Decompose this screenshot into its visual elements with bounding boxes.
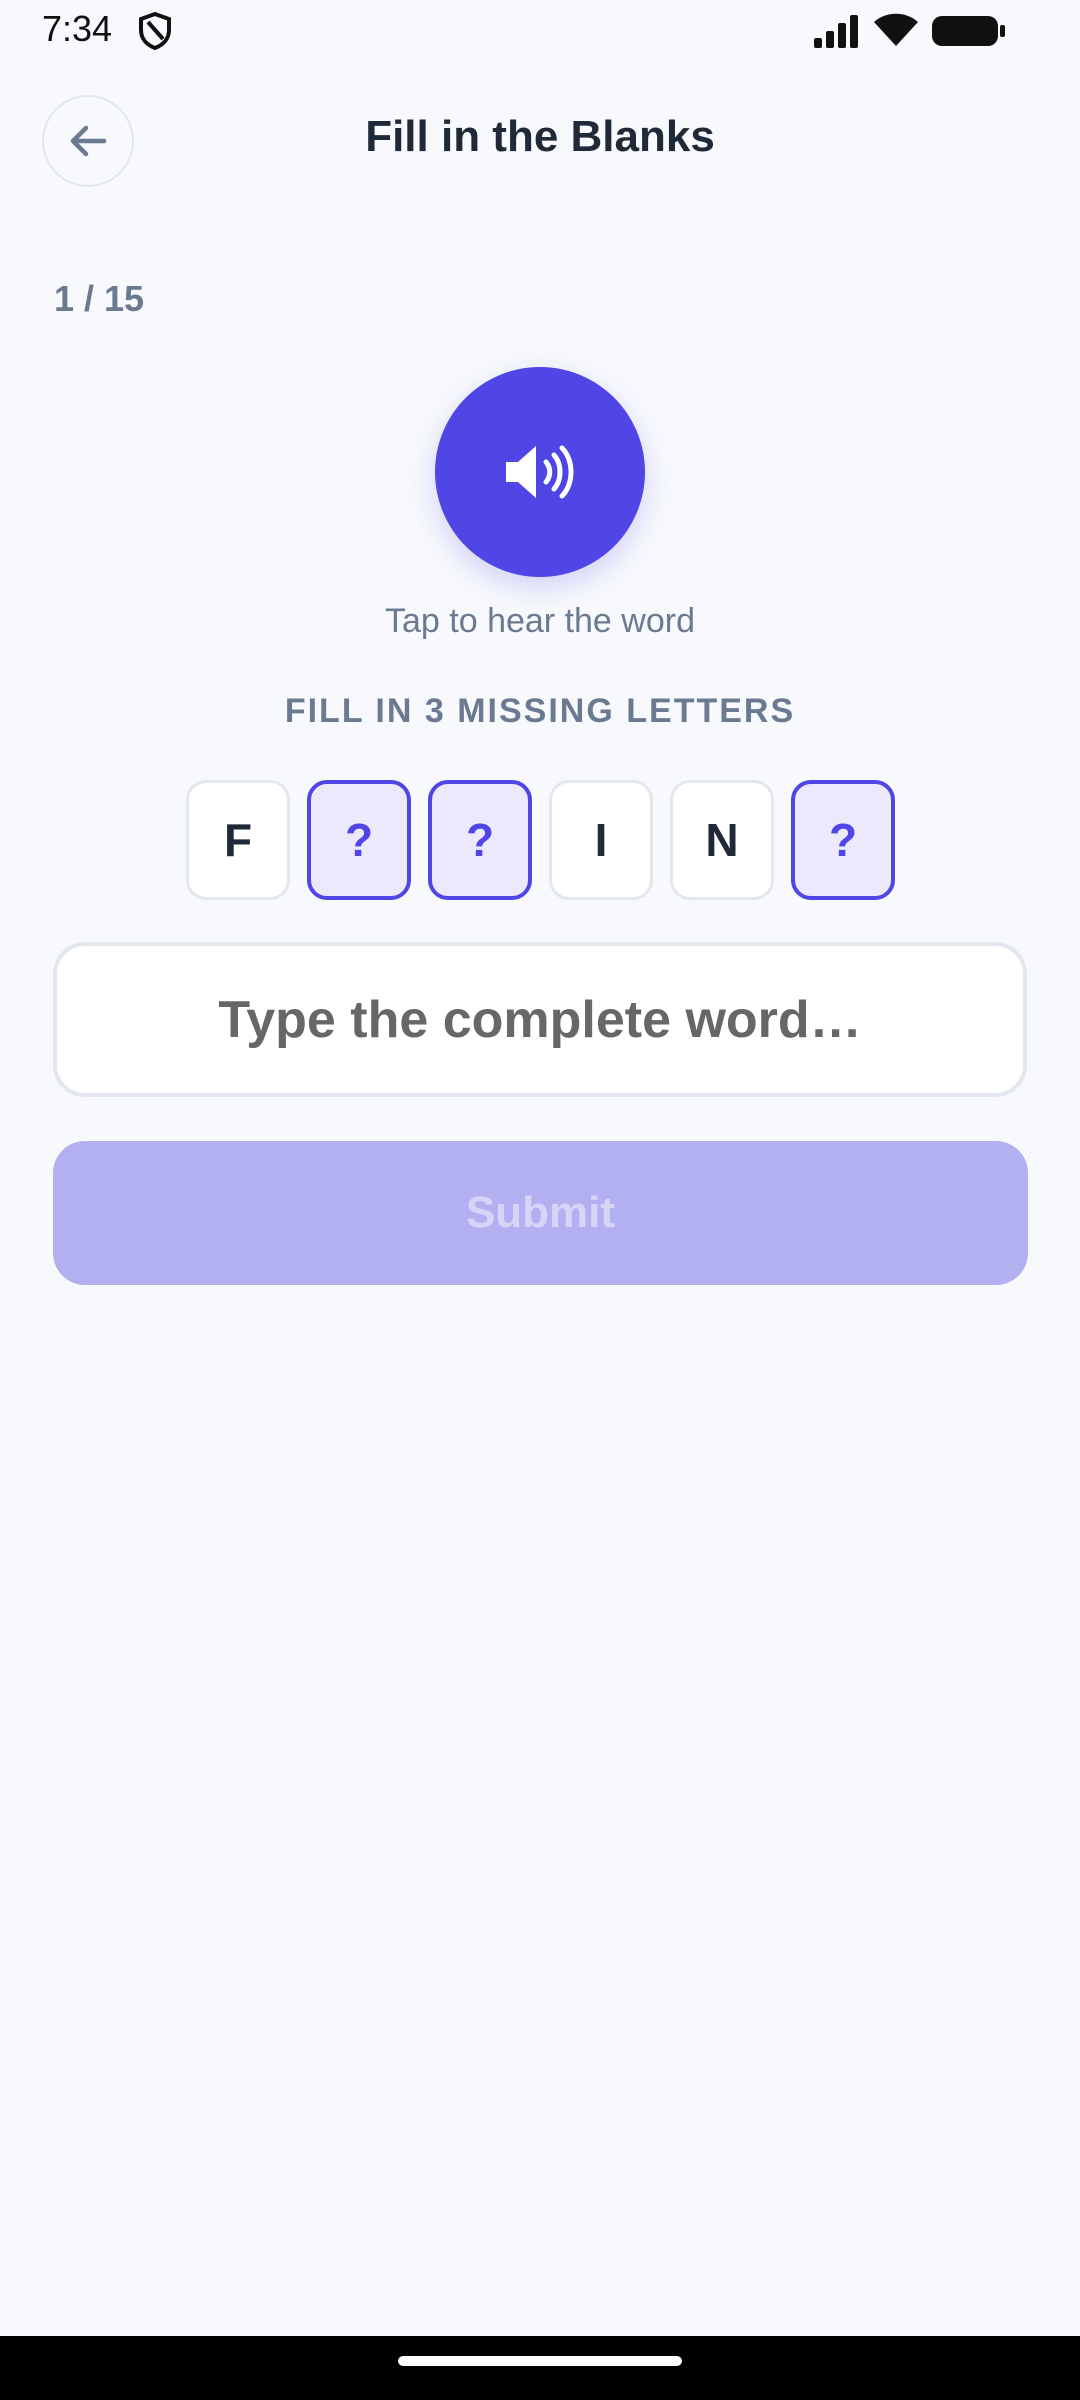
letter-tile: F bbox=[186, 780, 290, 900]
play-audio-button[interactable] bbox=[435, 367, 645, 577]
signal-icon bbox=[814, 15, 858, 48]
missing-letter-tile: ? bbox=[791, 780, 895, 900]
progress-counter: 1 / 15 bbox=[54, 278, 145, 319]
wifi-icon bbox=[874, 13, 918, 46]
instruction-text: FILL IN 3 MISSING LETTERS bbox=[284, 692, 796, 730]
shield-icon bbox=[139, 12, 171, 50]
home-indicator[interactable] bbox=[398, 2356, 682, 2366]
battery-icon bbox=[932, 16, 1005, 46]
submit-button[interactable]: Submit bbox=[53, 1141, 1028, 1285]
navigation-bar bbox=[0, 2336, 1080, 2400]
status-time: 7:34 bbox=[42, 8, 113, 49]
letter-tile: N bbox=[670, 780, 774, 900]
page-title: Fill in the Blanks bbox=[365, 112, 715, 161]
missing-letter-tile: ? bbox=[428, 780, 532, 900]
missing-letter-tile: ? bbox=[307, 780, 411, 900]
letter-tiles: F ? ? I N ? bbox=[186, 780, 896, 900]
audio-hint: Tap to hear the word bbox=[385, 602, 695, 640]
word-input[interactable] bbox=[53, 942, 1027, 1097]
letter-tile: I bbox=[549, 780, 653, 900]
status-bar: 7:34 bbox=[0, 0, 1080, 62]
speaker-icon bbox=[506, 445, 574, 499]
